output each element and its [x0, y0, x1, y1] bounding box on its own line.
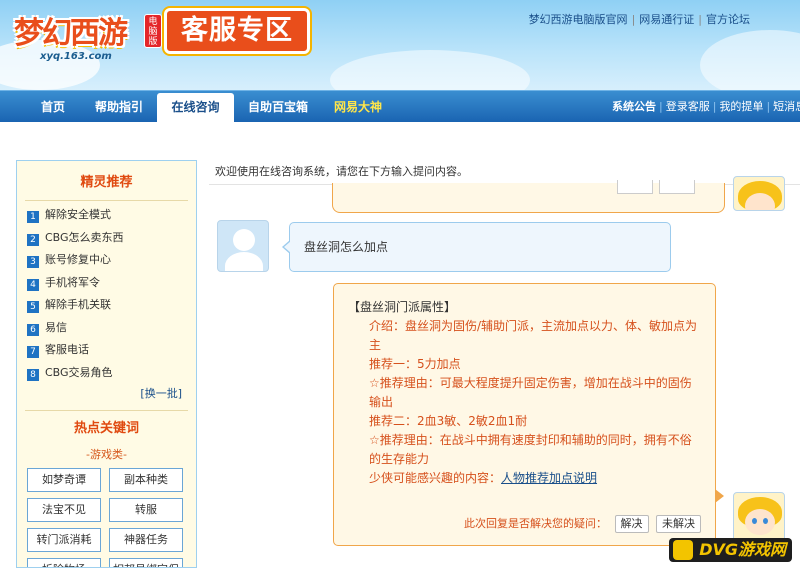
divider: |: [659, 100, 663, 113]
keyword-category: -游戏类-: [86, 448, 127, 461]
recommend-item[interactable]: 6 易信: [27, 317, 196, 340]
answer-more-link[interactable]: 人物推荐加点说明: [501, 471, 597, 485]
keyword-button[interactable]: 神器任务: [109, 528, 183, 552]
logo-url: xyq.163.com: [40, 51, 112, 62]
refresh-link[interactable]: [换一批]: [17, 384, 196, 404]
keyword-button[interactable]: 法宝不见: [27, 498, 101, 522]
recommend-item[interactable]: 3 账号修复中心: [27, 249, 196, 272]
number-badge: 3: [27, 256, 39, 268]
recommend-item-label: 手机将军令: [45, 275, 100, 289]
recommend-item-label: 易信: [45, 320, 67, 334]
number-badge: 5: [27, 301, 39, 313]
prev-solved-button[interactable]: [617, 180, 653, 194]
previous-reply-bubble: [332, 180, 725, 213]
unsolved-button[interactable]: 未解决: [656, 515, 701, 533]
answer-rec1: 推荐一：5力加点: [369, 357, 461, 371]
link-system-notice[interactable]: 系统公告: [612, 100, 656, 113]
header-banner: 梦幻西游 电脑版 xyq.163.com 客服专区 梦幻西游电脑版官网 | 网易通行…: [0, 0, 800, 90]
answer-reason1: ☆推荐理由：可最大程度提升固定伤害，增加在战斗中的固伤输出: [369, 376, 692, 409]
avatar-head: [233, 229, 255, 251]
sidebar: 精灵推荐 1 解除安全模式 2 CBG怎么卖东西 3 账号修复中心 4 手机将军令 5解…: [16, 160, 197, 568]
keyword-button[interactable]: 转门派消耗: [27, 528, 101, 552]
avatar-eye: [763, 518, 768, 524]
recommend-item[interactable]: 5 解除手机关联: [27, 294, 196, 317]
keyword-button[interactable]: 相邦号绑定保: [109, 558, 183, 567]
recommend-title: 精灵推荐: [25, 161, 188, 201]
avatar-body: [225, 252, 263, 271]
answer-rec2: 推荐二：2血3敏、2敏2血1耐: [369, 414, 528, 428]
keywords-title: 热点关键词: [25, 410, 188, 444]
link-messages[interactable]: 短消息: [773, 100, 800, 113]
answer-more: 少侠可能感兴趣的内容：人物推荐加点说明: [348, 469, 701, 488]
chat-area: 欢迎使用在线咨询系统，请您在下方输入提问内容。 盘丝洞怎么加点 【盘丝洞门派属性…: [209, 160, 800, 568]
recommend-item[interactable]: 8 CBG交易角色: [27, 362, 196, 385]
solved-button[interactable]: 解决: [614, 515, 649, 533]
top-links: 梦幻西游电脑版官网 | 网易通行证 | 官方论坛: [529, 11, 750, 27]
divider: |: [698, 13, 702, 26]
number-badge: 7: [27, 346, 39, 358]
cloud-decoration: [330, 50, 530, 90]
recommend-item[interactable]: 1 解除安全模式: [27, 204, 196, 227]
tab-help-guide[interactable]: 帮助指引: [88, 91, 150, 123]
tab-online-consult[interactable]: 在线咨询: [157, 93, 234, 123]
number-badge: 4: [27, 278, 39, 291]
link-login-cs[interactable]: 登录客服: [666, 100, 710, 113]
tab-home[interactable]: 首页: [28, 91, 78, 123]
zone-title: 客服专区: [164, 8, 310, 54]
link-my-tickets[interactable]: 我的提单: [719, 100, 763, 113]
top-link-official[interactable]: 梦幻西游电脑版官网: [529, 13, 628, 26]
recommend-item-label: 解除手机关联: [45, 298, 111, 311]
recommend-list: 1 解除安全模式 2 CBG怎么卖东西 3 账号修复中心 4 手机将军令 5 解除手机关联…: [17, 201, 196, 384]
number-badge: 1: [27, 211, 39, 223]
recommend-item-label: CBG怎么卖东西: [45, 230, 124, 244]
number-badge: 2: [27, 233, 39, 246]
answer-bubble: 【盘丝洞门派属性】 介绍：盘丝洞为固伤/辅助门派，主流加点以力、体、敏加点为主 …: [333, 283, 724, 546]
divider: |: [766, 100, 771, 113]
user-avatar: [217, 220, 269, 272]
tab-self-service[interactable]: 自助百宝箱: [240, 91, 316, 123]
keyword-button[interactable]: 拆除牧场: [27, 558, 101, 567]
recommend-item[interactable]: 7 客服电话: [27, 339, 196, 362]
cloud-decoration: [700, 30, 800, 90]
recommend-item[interactable]: 4 手机将军令: [27, 272, 196, 295]
watermark-icon: [673, 540, 694, 560]
recommend-item-label: 解除安全模式: [45, 208, 111, 221]
watermark-text: DVG游戏网: [699, 540, 786, 559]
recommend-item-label: 客服电话: [45, 343, 89, 356]
recommend-item-label: CBG交易角色: [45, 365, 113, 379]
welcome-message: 欢迎使用在线咨询系统，请您在下方输入提问内容。: [209, 160, 800, 185]
avatar-face: [745, 509, 775, 535]
top-link-passport[interactable]: 网易通行证: [639, 13, 694, 26]
recommend-item[interactable]: 2 CBG怎么卖东西: [27, 227, 196, 250]
cs-avatar: [733, 176, 785, 211]
divider: |: [631, 13, 636, 26]
logo-badge: 电脑版: [144, 14, 162, 48]
number-badge: 6: [27, 323, 39, 336]
number-badge: 8: [27, 368, 39, 381]
answer-intro: 介绍：盘丝洞为固伤/辅助门派，主流加点以力、体、敏加点为主: [369, 319, 698, 352]
game-logo[interactable]: 梦幻西游 电脑版 xyq.163.com: [14, 6, 164, 68]
answer-title: 【盘丝洞门派属性】: [348, 300, 457, 314]
user-question-bubble: 盘丝洞怎么加点: [282, 222, 671, 272]
keyword-grid: 如梦奇谭 副本种类 法宝不见 转服 转门派消耗 神器任务 拆除牧场 相邦号绑定保: [17, 466, 196, 567]
feedback-row: 此次回复是否解决您的疑问： 解决 未解决: [334, 514, 701, 533]
main-nav: 首页 帮助指引 在线咨询 自助百宝箱 网易大神 系统公告 | 登录客服 | 我的提单 | 短…: [0, 90, 800, 123]
keyword-button[interactable]: 副本种类: [109, 468, 183, 492]
prev-unsolved-button[interactable]: [659, 180, 695, 194]
tab-netease-dashen[interactable]: 网易大神: [326, 91, 390, 123]
top-link-forum[interactable]: 官方论坛: [706, 13, 750, 26]
logo-text: 梦幻西游: [14, 16, 128, 51]
watermark: DVG游戏网: [669, 538, 792, 562]
nav-right-links: 系统公告|登录客服|我的提单|短消息: [612, 91, 800, 123]
keyword-button[interactable]: 如梦奇谭: [27, 468, 101, 492]
cs-avatar: [733, 492, 785, 544]
nav-spacer: [0, 122, 800, 160]
recommend-item-label: 账号修复中心: [45, 253, 111, 266]
answer-more-prefix: 少侠可能感兴趣的内容：: [369, 471, 502, 485]
answer-reason2: ☆推荐理由：在战斗中拥有速度封印和辅助的同时，拥有不俗的生存能力: [369, 433, 692, 466]
avatar-eye: [752, 518, 757, 524]
divider: |: [712, 100, 717, 113]
keyword-button[interactable]: 转服: [109, 498, 183, 522]
feedback-question: 此次回复是否解决您的疑问：: [464, 517, 607, 530]
